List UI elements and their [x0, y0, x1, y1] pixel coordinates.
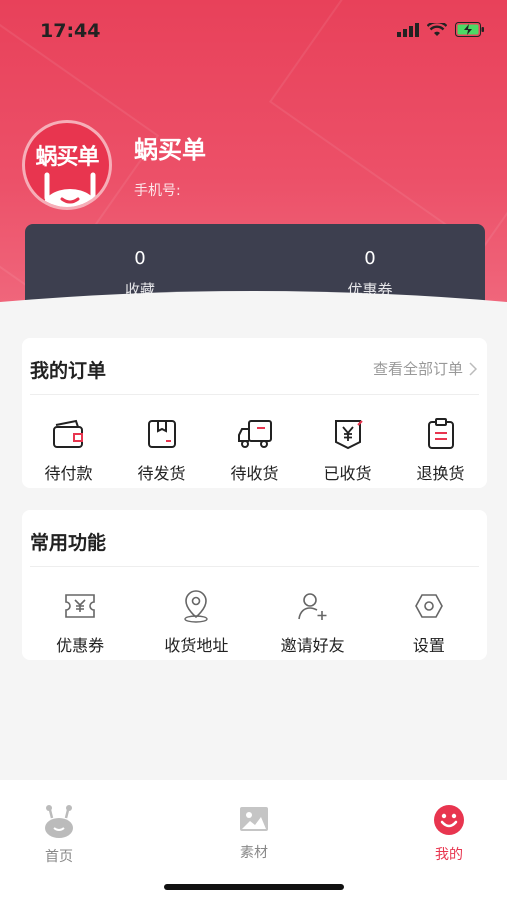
function-coupon[interactable]: 优惠券	[22, 574, 138, 656]
divider	[30, 566, 479, 567]
status-bar: 17:44	[0, 18, 507, 46]
orders-card: 我的订单 查看全部订单 待付款 待发货 待收货 已收货 退换货	[22, 338, 487, 488]
tab-materials[interactable]: 素材	[209, 804, 299, 862]
order-received[interactable]: 已收货	[301, 402, 394, 484]
divider	[30, 394, 479, 395]
tab-label: 素材	[240, 845, 268, 861]
order-label: 待收货	[230, 464, 279, 483]
view-all-orders-link[interactable]: 查看全部订单	[373, 358, 477, 379]
order-label: 退换货	[416, 464, 465, 483]
avatar[interactable]: 蜗买单	[22, 120, 112, 210]
function-invite[interactable]: 邀请好友	[255, 574, 371, 656]
package-icon	[144, 416, 180, 452]
clipboard-icon	[423, 416, 459, 452]
location-icon	[178, 588, 214, 624]
orders-grid: 待付款 待发货 待收货 已收货 退换货	[22, 402, 487, 484]
signal-icon	[397, 22, 419, 37]
username: 蜗买单	[134, 136, 206, 164]
tab-label: 我的	[435, 847, 463, 863]
snail-home-icon	[45, 805, 73, 838]
orders-title: 我的订单	[30, 360, 107, 382]
functions-grid: 优惠券 收货地址 邀请好友 设置	[22, 574, 487, 656]
received-yen-icon	[330, 416, 366, 452]
functions-title: 常用功能	[30, 532, 107, 554]
wifi-icon	[427, 22, 447, 36]
order-pending-payment[interactable]: 待付款	[22, 402, 115, 484]
tab-label: 首页	[45, 849, 73, 865]
function-label: 收货地址	[164, 636, 229, 655]
snail-mascot-icon	[42, 172, 98, 207]
tab-mine[interactable]: 我的	[404, 804, 494, 864]
truck-icon	[237, 416, 273, 452]
bottom-tab-bar: 首页 素材 我的	[0, 780, 507, 900]
function-address[interactable]: 收货地址	[138, 574, 254, 656]
add-user-icon	[295, 588, 331, 624]
stat-value: 0	[134, 248, 146, 269]
stat-value: 0	[364, 248, 376, 269]
order-pending-receipt[interactable]: 待收货	[208, 402, 301, 484]
home-indicator	[164, 884, 344, 890]
smiley-icon	[434, 805, 464, 835]
order-label: 待发货	[137, 464, 186, 483]
wallet-icon	[51, 416, 87, 452]
chevron-right-icon	[469, 361, 477, 376]
phone-label: 手机号:	[134, 183, 181, 199]
function-label: 优惠券	[56, 636, 105, 655]
coupon-icon	[62, 588, 98, 624]
order-label: 已收货	[323, 464, 372, 483]
order-label: 待付款	[44, 464, 93, 483]
function-label: 邀请好友	[280, 636, 345, 655]
function-settings[interactable]: 设置	[371, 574, 487, 656]
battery-charging-icon	[455, 22, 484, 37]
functions-card: 常用功能 优惠券 收货地址 邀请好友 设置	[22, 510, 487, 660]
hexagon-settings-icon	[411, 588, 447, 624]
status-time: 17:44	[40, 20, 101, 42]
function-label: 设置	[412, 636, 445, 655]
image-icon	[240, 807, 268, 831]
order-pending-shipment[interactable]: 待发货	[115, 402, 208, 484]
order-returns[interactable]: 退换货	[394, 402, 487, 484]
view-all-label: 查看全部订单	[372, 360, 463, 378]
tab-home[interactable]: 首页	[14, 804, 104, 866]
